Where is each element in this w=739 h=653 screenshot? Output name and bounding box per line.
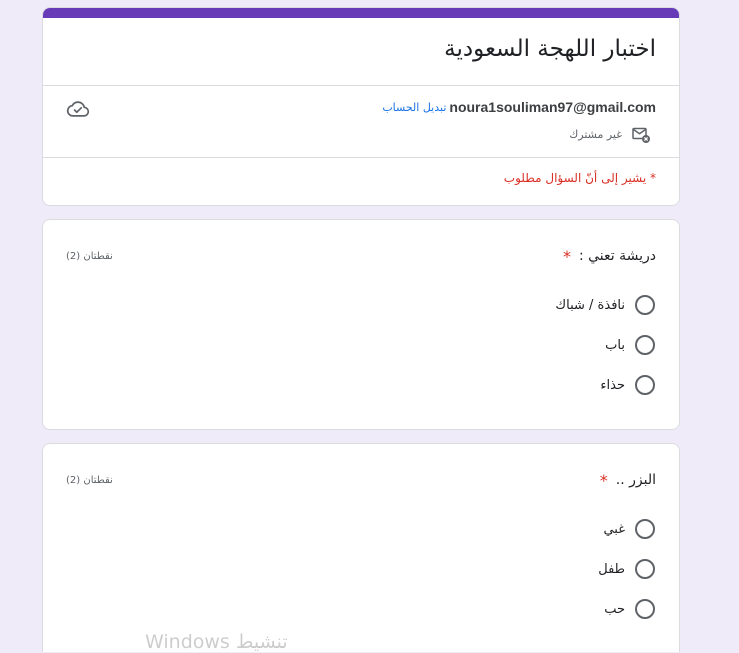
sharing-status: غير مشترك — [569, 124, 651, 144]
radio-button[interactable] — [635, 335, 655, 355]
question-points: نقطتان (2) — [66, 250, 113, 262]
option-label[interactable]: حب — [604, 602, 625, 617]
radio-button[interactable] — [635, 295, 655, 315]
radio-button[interactable] — [635, 599, 655, 619]
mail-off-icon — [631, 124, 651, 144]
cloud-done-icon — [66, 97, 90, 121]
radio-option[interactable]: نافذة / شباك — [555, 293, 655, 317]
account-row: noura1souliman97@gmail.com تبديل الحساب — [382, 97, 656, 117]
option-label[interactable]: غبي — [603, 522, 625, 537]
account-section: noura1souliman97@gmail.com تبديل الحساب … — [43, 86, 679, 158]
account-email: noura1souliman97@gmail.com — [449, 99, 656, 115]
accent-stripe — [43, 8, 679, 18]
required-asterisk: * — [599, 470, 608, 490]
option-label[interactable]: حذاء — [600, 378, 625, 393]
windows-activation-watermark: تنشيط Windows — [145, 631, 288, 653]
option-label[interactable]: طفل — [598, 562, 625, 577]
radio-button[interactable] — [635, 519, 655, 539]
question-header: دريشة تعني : * نقطتان (2) — [66, 246, 656, 266]
radio-button[interactable] — [635, 375, 655, 395]
not-shared-label: غير مشترك — [569, 127, 622, 141]
radio-option[interactable]: طفل — [598, 557, 655, 581]
title-section: اختبار اللهجة السعودية — [43, 18, 679, 86]
radio-button[interactable] — [635, 559, 655, 579]
question-card: دريشة تعني : * نقطتان (2) نافذة / شباك ب… — [42, 219, 680, 430]
question-header: البزر .. * نقطتان (2) — [66, 470, 656, 490]
required-asterisk: * — [562, 246, 571, 266]
required-note-text: يشير إلى أنّ السؤال مطلوب — [503, 171, 647, 185]
option-label[interactable]: نافذة / شباك — [555, 298, 625, 313]
radio-option[interactable]: حذاء — [600, 373, 655, 397]
question-title: البزر .. — [615, 472, 656, 488]
question-points: نقطتان (2) — [66, 474, 113, 486]
question-card: البزر .. * نقطتان (2) غبي طفل حب — [42, 443, 680, 652]
radio-option[interactable]: حب — [604, 597, 655, 621]
switch-account-link[interactable]: تبديل الحساب — [382, 101, 446, 114]
required-section: * يشير إلى أنّ السؤال مطلوب — [43, 158, 679, 205]
form-title: اختبار اللهجة السعودية — [444, 36, 656, 62]
radio-option[interactable]: غبي — [603, 517, 655, 541]
option-label[interactable]: باب — [605, 338, 625, 353]
question-title-wrap: البزر .. * — [600, 471, 656, 490]
required-asterisk: * — [650, 171, 656, 185]
question-title-wrap: دريشة تعني : * — [563, 247, 656, 266]
radio-option[interactable]: باب — [605, 333, 655, 357]
question-title: دريشة تعني : — [578, 248, 656, 264]
required-note: * يشير إلى أنّ السؤال مطلوب — [504, 169, 656, 187]
form-header-card: اختبار اللهجة السعودية noura1souliman97@… — [42, 7, 680, 206]
